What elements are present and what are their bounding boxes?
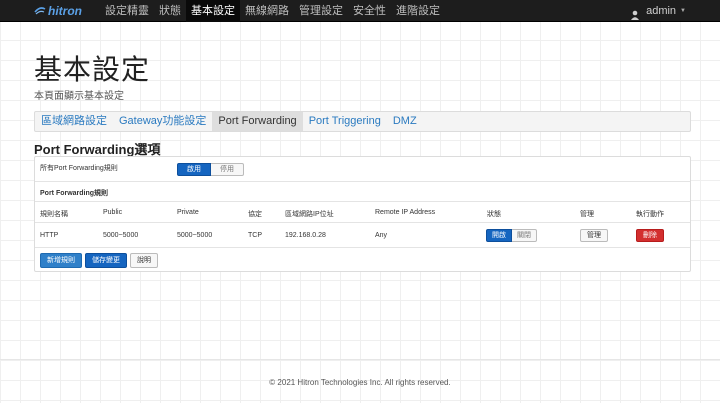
save-changes-button[interactable]: 儲存變更 (85, 253, 127, 268)
header-public: Public (103, 209, 123, 216)
disable-all-button[interactable]: 停用 (211, 163, 244, 176)
help-button[interactable]: 說明 (130, 253, 158, 268)
header-action: 執行動作 (636, 211, 664, 218)
row-protocol: TCP (248, 232, 262, 239)
user-icon (630, 6, 640, 20)
hitron-logo-icon (34, 6, 46, 16)
status-off-button[interactable]: 關閉 (512, 229, 537, 242)
main-menu: 設定精靈 狀態 基本設定 無線網路 管理設定 安全性 進階設定 (100, 0, 445, 22)
tab-port-triggering[interactable]: Port Triggering (303, 112, 387, 131)
rules-heading: Port Forwarding規則 (40, 190, 109, 197)
chevron-down-icon: ▼ (680, 8, 686, 14)
add-rule-button[interactable]: 新增規則 (40, 253, 82, 268)
row-private: 5000~5000 (177, 232, 213, 239)
header-private: Private (177, 209, 199, 216)
header-status: 狀態 (487, 211, 501, 218)
nav-item-advanced[interactable]: 進階設定 (391, 0, 445, 22)
manage-button[interactable]: 管理 (580, 229, 608, 242)
nav-item-basic-settings[interactable]: 基本設定 (186, 0, 240, 22)
table-row: HTTP 5000~5000 5000~5000 TCP 192.168.0.2… (35, 224, 690, 248)
nav-item-security[interactable]: 安全性 (348, 0, 391, 22)
header-rule-name: 規則名稱 (40, 211, 68, 218)
all-rules-row: 所有Port Forwarding規則 啟用 停用 (35, 157, 690, 182)
port-forwarding-panel: 所有Port Forwarding規則 啟用 停用 Port Forwardin… (34, 156, 691, 272)
nav-item-status[interactable]: 狀態 (154, 0, 186, 22)
top-navbar: hitron 設定精靈 狀態 基本設定 無線網路 管理設定 安全性 進階設定 a… (0, 0, 720, 22)
page-subtitle: 本頁面顯示基本設定 (34, 91, 124, 102)
row-lan-ip: 192.168.0.28 (285, 232, 326, 239)
nav-item-wizard[interactable]: 設定精靈 (100, 0, 154, 22)
footer-copyright: © 2021 Hitron Technologies Inc. All righ… (269, 378, 451, 387)
all-rules-toggle: 啟用 停用 (177, 163, 244, 176)
tab-gateway-settings[interactable]: Gateway功能設定 (113, 112, 212, 131)
user-name: admin (646, 5, 677, 17)
sub-tabs: 區域網路設定 Gateway功能設定 Port Forwarding Port … (34, 111, 691, 132)
page-title: 基本設定 (34, 54, 151, 85)
tab-dmz[interactable]: DMZ (387, 112, 423, 131)
status-on-button[interactable]: 開啟 (486, 229, 512, 242)
nav-item-wireless[interactable]: 無線網路 (240, 0, 294, 22)
tab-port-forwarding[interactable]: Port Forwarding (212, 112, 303, 131)
row-rule-name: HTTP (40, 232, 59, 239)
action-bar: 新增規則 儲存變更 說明 (40, 253, 158, 268)
enable-all-button[interactable]: 啟用 (177, 163, 211, 176)
header-manage: 管理 (580, 211, 594, 218)
header-protocol: 協定 (248, 211, 262, 218)
user-menu[interactable]: admin ▼ (630, 0, 686, 22)
tab-lan-settings[interactable]: 區域網路設定 (35, 112, 113, 131)
table-header: 規則名稱 Public Private 協定 區域網路IP位址 Remote I… (35, 203, 690, 223)
header-remote-ip: Remote IP Address (375, 209, 436, 216)
brand-logo[interactable]: hitron (0, 0, 100, 22)
rules-heading-row: Port Forwarding規則 (35, 183, 690, 202)
header-lan-ip: 區域網路IP位址 (285, 211, 334, 218)
all-rules-label: 所有Port Forwarding規則 (40, 165, 118, 172)
brand-name: hitron (48, 3, 82, 18)
footer-divider (0, 359, 720, 360)
status-toggle: 開啟 關閉 (486, 229, 537, 242)
row-remote-ip: Any (375, 232, 388, 239)
nav-item-admin[interactable]: 管理設定 (294, 0, 348, 22)
row-public: 5000~5000 (103, 232, 139, 239)
delete-button[interactable]: 刪除 (636, 229, 664, 242)
